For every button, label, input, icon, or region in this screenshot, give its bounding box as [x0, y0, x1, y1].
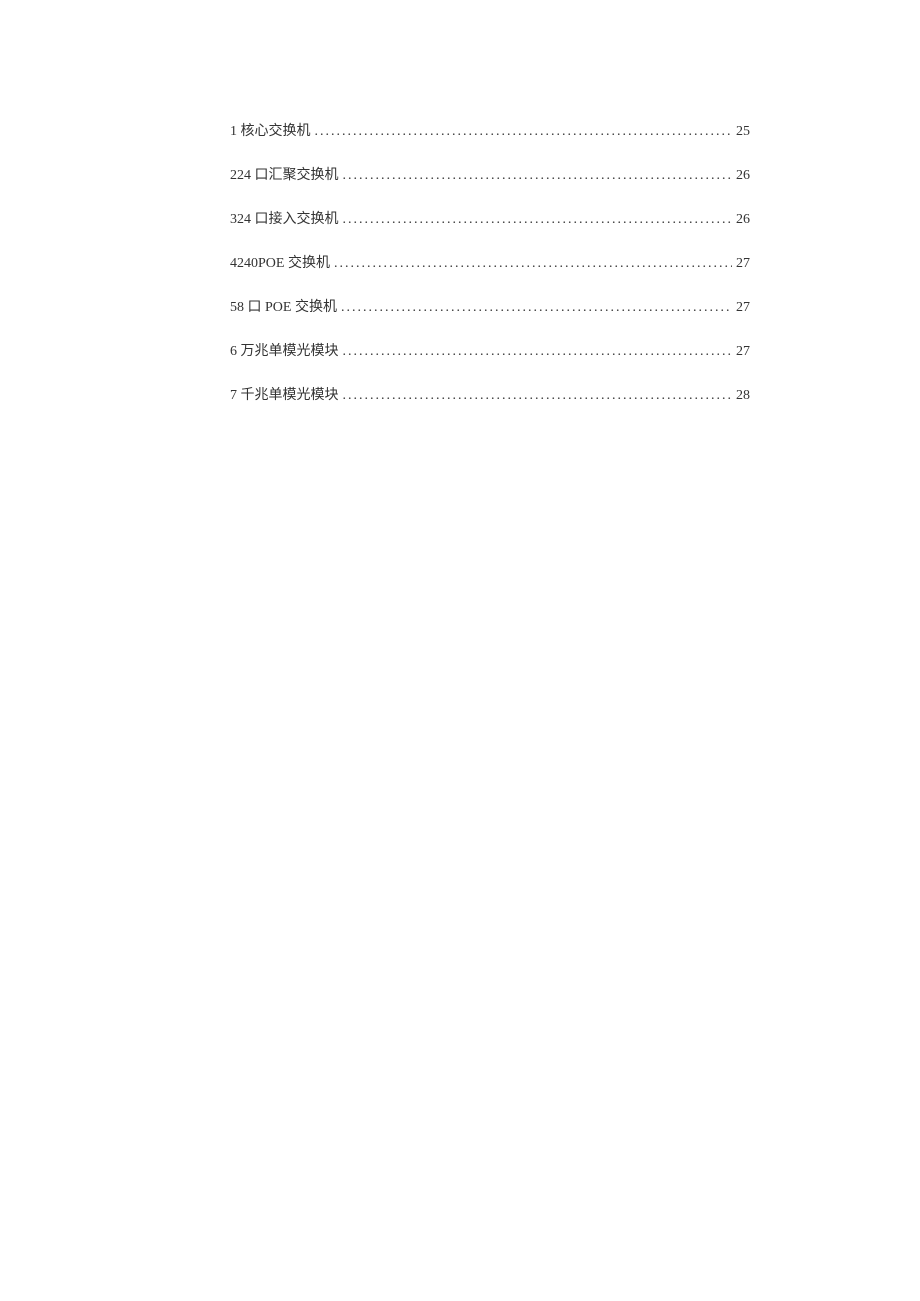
toc-title: 7 千兆单模光模块 — [230, 384, 339, 404]
toc-title: 324 口接入交换机 — [230, 208, 339, 228]
toc-leader-dots — [341, 300, 732, 316]
toc-entry: 224 口汇聚交换机 26 — [230, 164, 750, 184]
toc-title: 6 万兆单模光模块 — [230, 340, 339, 360]
toc-page-number: 27 — [736, 344, 750, 360]
toc-leader-dots — [343, 212, 733, 228]
toc-entry: 58 口 POE 交换机 27 — [230, 296, 750, 316]
toc-leader-dots — [343, 344, 733, 360]
toc-page-number: 26 — [736, 168, 750, 184]
toc-title: 1 核心交换机 — [230, 120, 311, 140]
toc-title: 224 口汇聚交换机 — [230, 164, 339, 184]
toc-page-number: 28 — [736, 388, 750, 404]
toc-page-number: 26 — [736, 212, 750, 228]
toc-leader-dots — [343, 168, 733, 184]
document-page: 1 核心交换机 25 224 口汇聚交换机 26 324 口接入交换机 26 4… — [0, 0, 920, 404]
toc-title: 4240POE 交换机 — [230, 252, 330, 272]
toc-entry: 6 万兆单模光模块 27 — [230, 340, 750, 360]
toc-leader-dots — [343, 388, 733, 404]
toc-page-number: 27 — [736, 300, 750, 316]
toc-entry: 324 口接入交换机 26 — [230, 208, 750, 228]
toc-page-number: 25 — [736, 124, 750, 140]
toc-leader-dots — [315, 124, 733, 140]
toc-entry: 4240POE 交换机 27 — [230, 252, 750, 272]
toc-entry: 7 千兆单模光模块 28 — [230, 384, 750, 404]
toc-entry: 1 核心交换机 25 — [230, 120, 750, 140]
toc-leader-dots — [334, 256, 732, 272]
toc-title: 58 口 POE 交换机 — [230, 296, 337, 316]
toc-page-number: 27 — [736, 256, 750, 272]
